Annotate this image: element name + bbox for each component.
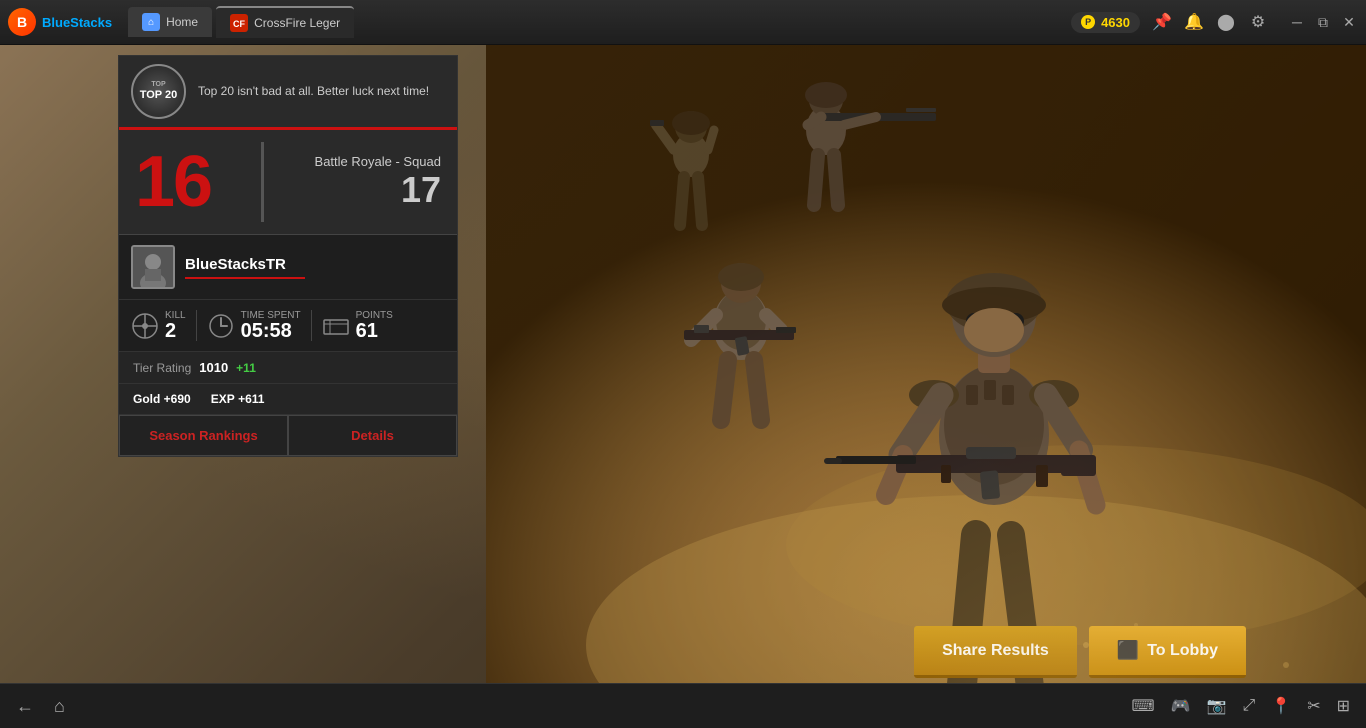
tab-crossfire[interactable]: CF CrossFire Leger (216, 6, 354, 38)
minimize-button[interactable]: ─ (1288, 13, 1306, 31)
fullscreen-icon[interactable]: ⤢ (1242, 697, 1255, 715)
player-name: BlueStacksTR (185, 256, 305, 273)
window-controls: ─ ⧉ ✕ (1288, 13, 1358, 31)
home-button[interactable]: ⌂ (54, 696, 65, 717)
gamepad-icon[interactable]: 🎮 (1171, 696, 1191, 716)
mode-label: Battle Royale - Squad (315, 154, 441, 169)
rank-number: 16 (135, 146, 211, 218)
points-icon (322, 312, 350, 340)
details-button[interactable]: Details (288, 415, 457, 456)
exp-label: EXP (211, 392, 235, 406)
gold-label: Gold (133, 392, 160, 406)
result-message: Top 20 isn't bad at all. Better luck nex… (198, 83, 445, 100)
gold-reward: Gold +690 (133, 392, 191, 406)
tab-game-label: CrossFire Leger (254, 16, 340, 30)
titlebar: B BlueStacks ⌂ Home CF CrossFire Leger P… (0, 0, 1366, 45)
settings-icon[interactable]: ⚙ (1248, 12, 1268, 32)
kill-stat: Kill 2 (131, 310, 197, 341)
titlebar-controls: P 4630 📌 🔔 ⬤ ⚙ ─ ⧉ ✕ (1071, 12, 1358, 33)
pin-icon[interactable]: 📌 (1152, 12, 1172, 32)
top-number: TOP 20 (140, 89, 178, 102)
coins-value: 4630 (1101, 15, 1130, 30)
result-panel: TOP TOP 20 Top 20 isn't bad at all. Bett… (118, 55, 458, 457)
action-buttons: Share Results ⬛ To Lobby (914, 626, 1246, 678)
svg-text:CF: CF (233, 19, 245, 29)
rank-section: 16 Battle Royale - Squad 17 (119, 130, 457, 235)
bell-icon[interactable]: 🔔 (1184, 12, 1204, 32)
camera-icon[interactable]: 📷 (1207, 696, 1227, 716)
top20-badge: TOP TOP 20 (131, 64, 186, 119)
gold-value: +690 (164, 392, 191, 406)
layout-icon[interactable]: ⊞ (1337, 696, 1350, 716)
tier-rating-change: +11 (236, 361, 256, 375)
points-value: 61 (356, 321, 393, 341)
tier-rating-value: 1010 (199, 360, 228, 375)
season-rankings-button[interactable]: Season Rankings (119, 415, 288, 456)
points-stat: Points 61 (312, 310, 403, 341)
panel-buttons: Season Rankings Details (119, 415, 457, 456)
tab-home-label: Home (166, 15, 198, 29)
brand-name: BlueStacks (42, 15, 112, 30)
exp-value: +611 (238, 392, 264, 406)
coins-icon: P (1081, 15, 1095, 29)
rewards-section: Gold +690 EXP +611 (119, 384, 457, 415)
stats-section: Kill 2 Time Spent 05:58 (119, 300, 457, 352)
tier-rating-section: Tier Rating 1010 +11 (119, 352, 457, 384)
game-area: TOP TOP 20 Top 20 isn't bad at all. Bett… (0, 45, 1366, 728)
player-bar (185, 277, 305, 279)
home-tab-icon: ⌂ (142, 13, 160, 31)
scissors-icon[interactable]: ✂ (1307, 696, 1320, 716)
record-icon[interactable]: ⬤ (1216, 12, 1236, 32)
taskbar: ← ⌂ ⌨ 🎮 📷 ⤢ 📍 ✂ ⊞ (0, 683, 1366, 728)
tab-home[interactable]: ⌂ Home (128, 7, 212, 37)
exp-reward: EXP +611 (211, 392, 265, 406)
kill-icon (131, 312, 159, 340)
time-icon (207, 312, 235, 340)
tier-rating-label: Tier Rating (133, 361, 191, 375)
close-button[interactable]: ✕ (1340, 13, 1358, 31)
restore-button[interactable]: ⧉ (1314, 13, 1332, 31)
player-section: BlueStacksTR (119, 235, 457, 300)
time-value: 05:58 (241, 321, 301, 341)
rank-divider (261, 142, 264, 222)
top20-header: TOP TOP 20 Top 20 isn't bad at all. Bett… (119, 56, 457, 130)
total-players: 17 (315, 169, 441, 211)
taskbar-right-icons: ⌨ 🎮 📷 ⤢ 📍 ✂ ⊞ (1132, 696, 1350, 716)
bluestacks-logo: B (8, 8, 36, 36)
coins-badge: P 4630 (1071, 12, 1140, 33)
player-avatar (131, 245, 175, 289)
game-tab-icon: CF (230, 14, 248, 32)
share-results-button[interactable]: Share Results (914, 626, 1077, 678)
location-icon[interactable]: 📍 (1271, 696, 1291, 716)
time-stat: Time Spent 05:58 (197, 310, 312, 341)
keyboard-icon[interactable]: ⌨ (1132, 696, 1155, 716)
top-label: TOP (151, 81, 165, 89)
lobby-label: To Lobby (1147, 642, 1218, 660)
kill-value: 2 (165, 321, 186, 341)
to-lobby-button[interactable]: ⬛ To Lobby (1089, 626, 1246, 678)
lobby-icon: ⬛ (1117, 640, 1139, 661)
back-button[interactable]: ← (16, 696, 34, 717)
